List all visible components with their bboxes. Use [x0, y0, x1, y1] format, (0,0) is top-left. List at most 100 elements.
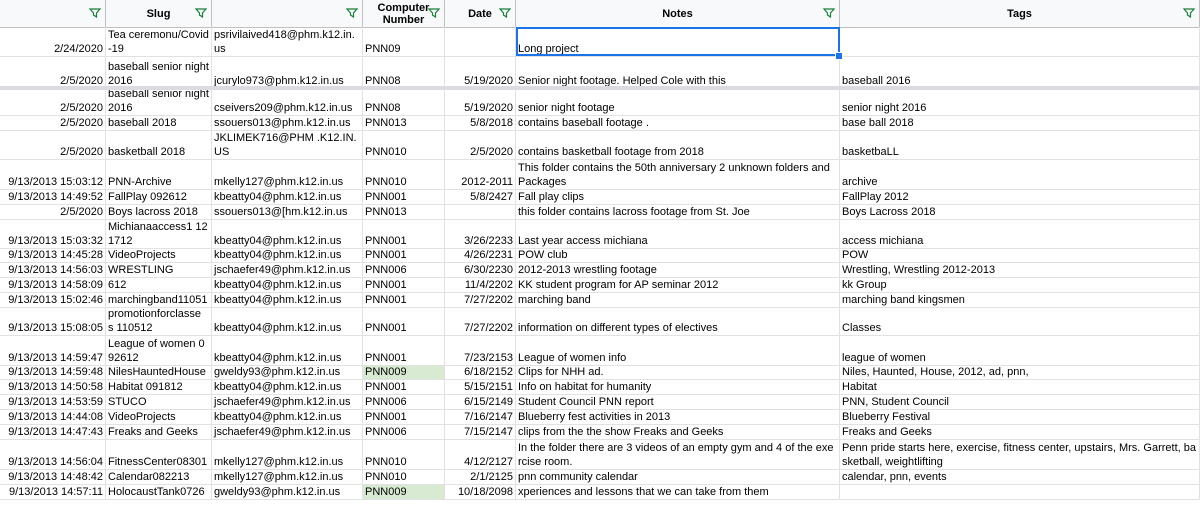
cell-slug[interactable]: VideoProjects: [106, 249, 212, 262]
freeze-divider[interactable]: [0, 86, 1200, 90]
cell-computer[interactable]: PNN009: [363, 366, 445, 379]
cell-email[interactable]: kbeatty04@phm.k12.in.us: [212, 410, 363, 424]
table-row[interactable]: 2/5/2020 Boys lacross 2018 ssouers013@[hm.…: [0, 205, 1200, 220]
table-row[interactable]: 9/13/2013 14:58:09 KK Sem Reform 110612 kb…: [0, 278, 1200, 293]
cell-date[interactable]: 7/15/2147: [445, 425, 516, 439]
cell-date[interactable]: 2012-2011: [445, 160, 516, 189]
cell-notes[interactable]: POW club: [516, 249, 840, 262]
cell-notes[interactable]: clips from the the show Freaks and Geeks: [516, 425, 840, 439]
header-computer-number[interactable]: Computer Number: [363, 0, 445, 27]
cell-notes[interactable]: Clips for NHH ad.: [516, 366, 840, 379]
cell-email[interactable]: gweldy93@phm.k12.in.us: [212, 366, 363, 379]
cell-email[interactable]: cseivers209@phm.k12.in.us: [212, 89, 363, 115]
table-row[interactable]: 9/13/2013 15:03:12 PNN-Archive mkelly127@p…: [0, 160, 1200, 190]
cell-timestamp[interactable]: 2/5/2020: [0, 131, 106, 159]
cell-timestamp[interactable]: 9/13/2013 14:45:28: [0, 249, 106, 262]
cell-email[interactable]: kbeatty04@phm.k12.in.us: [212, 308, 363, 335]
cell-notes[interactable]: In the folder there are 3 videos of an e…: [516, 440, 840, 469]
cell-notes[interactable]: Last year access michiana: [516, 220, 840, 248]
cell-computer[interactable]: PNN001: [363, 249, 445, 262]
cell-email[interactable]: kbeatty04@phm.k12.in.us: [212, 293, 363, 307]
cell-timestamp[interactable]: 9/13/2013 15:03:32: [0, 220, 106, 248]
cell-timestamp[interactable]: 9/13/2013 15:02:46: [0, 293, 106, 307]
cell-tags[interactable]: basketbaLL: [840, 131, 1200, 159]
cell-slug[interactable]: NilesHauntedHouse: [106, 366, 212, 379]
cell-tags[interactable]: Freaks and Geeks: [840, 425, 1200, 439]
cell-date[interactable]: 5/15/2151: [445, 380, 516, 394]
table-row[interactable]: 9/13/2013 14:59:47 League of women 092612…: [0, 336, 1200, 366]
cell-timestamp[interactable]: 2/5/2020: [0, 89, 106, 115]
cell-tags[interactable]: Wrestling, Wrestling 2012-2013: [840, 263, 1200, 277]
table-row[interactable]: 9/13/2013 14:56:03 WRESTLING jschaefer49@p…: [0, 263, 1200, 278]
cell-tags[interactable]: Classes: [840, 308, 1200, 335]
table-row[interactable]: 9/13/2013 14:49:52 FallPlay 092612 kbeatty…: [0, 190, 1200, 205]
header-slug[interactable]: Slug: [106, 0, 212, 27]
cell-date[interactable]: 6/15/2149: [445, 395, 516, 409]
cell-date[interactable]: 7/27/2202: [445, 293, 516, 307]
cell-date[interactable]: 4/12/2127: [445, 440, 516, 469]
cell-email[interactable]: jschaefer49@phm.k12.in.us: [212, 395, 363, 409]
cell-email[interactable]: mkelly127@phm.k12.in.us: [212, 470, 363, 484]
cell-notes[interactable]: This folder contains the 50th anniversar…: [516, 160, 840, 189]
table-row[interactable]: 2/5/2020 basketball 2018 JKLIMEK716@PHM .K…: [0, 131, 1200, 160]
cell-notes[interactable]: Student Council PNN report: [516, 395, 840, 409]
cell-slug[interactable]: FallPlay 092612: [106, 190, 212, 204]
header-email[interactable]: [212, 0, 363, 27]
cell-computer[interactable]: PNN001: [363, 308, 445, 335]
cell-slug[interactable]: Habitat 091812: [106, 380, 212, 394]
cell-tags[interactable]: Habitat: [840, 380, 1200, 394]
cell-slug[interactable]: KK Sem Reform 110612: [106, 278, 212, 292]
cell-notes[interactable]: Info on habitat for humanity: [516, 380, 840, 394]
cell-timestamp[interactable]: 2/5/2020: [0, 57, 106, 88]
filter-icon[interactable]: [499, 8, 511, 18]
cell-slug[interactable]: Freaks and Geeks: [106, 425, 212, 439]
cell-tags[interactable]: Blueberry Festival: [840, 410, 1200, 424]
cell-timestamp[interactable]: 9/13/2013 15:03:12: [0, 160, 106, 189]
cell-computer[interactable]: PNN013: [363, 116, 445, 130]
cell-email[interactable]: JKLIMEK716@PHM .K12.IN. US: [212, 131, 363, 159]
cell-tags[interactable]: league of women: [840, 336, 1200, 365]
cell-date[interactable]: 2/1/2125: [445, 470, 516, 484]
cell-tags[interactable]: FallPlay 2012: [840, 190, 1200, 204]
cell-email[interactable]: ssouers013@phm.k12.in.us: [212, 116, 363, 130]
table-row[interactable]: 9/13/2013 15:02:46 marchingband11051 kbeat…: [0, 293, 1200, 308]
cell-notes[interactable]: 2012-2013 wrestling footage: [516, 263, 840, 277]
cell-tags[interactable]: senior night 2016: [840, 89, 1200, 115]
table-row[interactable]: 9/13/2013 14:59:48 NilesHauntedHouse gweld…: [0, 366, 1200, 380]
header-notes[interactable]: Notes: [516, 0, 840, 27]
cell-slug[interactable]: Tea ceremonu/Covid-19: [106, 27, 212, 56]
cell-computer[interactable]: PNN013: [363, 205, 445, 219]
cell-email[interactable]: kbeatty04@phm.k12.in.us: [212, 190, 363, 204]
cell-email[interactable]: kbeatty04@phm.k12.in.us: [212, 336, 363, 365]
cell-computer[interactable]: PNN006: [363, 263, 445, 277]
cell-date[interactable]: 6/30/2230: [445, 263, 516, 277]
cell-computer[interactable]: PNN001: [363, 336, 445, 365]
cell-timestamp[interactable]: 9/13/2013 14:53:59: [0, 395, 106, 409]
cell-notes[interactable]: Fall play clips: [516, 190, 840, 204]
table-row[interactable]: 9/13/2013 14:50:58 Habitat 091812 kbeatty0…: [0, 380, 1200, 395]
cell-email[interactable]: jschaefer49@phm.k12.in.us: [212, 425, 363, 439]
cell-slug[interactable]: Calendar082213: [106, 470, 212, 484]
cell-email[interactable]: mkelly127@phm.k12.in.us: [212, 440, 363, 469]
table-row[interactable]: 9/13/2013 14:56:04 FitnessCenter08301 mkel…: [0, 440, 1200, 470]
table-row[interactable]: 9/13/2013 14:57:11 HolocaustTank0726 gweld…: [0, 485, 1200, 500]
cell-tags[interactable]: baseball 2016: [840, 57, 1200, 88]
cell-computer[interactable]: PNN001: [363, 410, 445, 424]
cell-timestamp[interactable]: 9/13/2013 14:58:09: [0, 278, 106, 292]
header-date[interactable]: Date: [445, 0, 516, 27]
table-row[interactable]: 9/13/2013 14:47:43 Freaks and Geeks jschae…: [0, 425, 1200, 440]
cell-computer[interactable]: PNN001: [363, 293, 445, 307]
cell-slug[interactable]: Boys lacross 2018: [106, 205, 212, 219]
cell-notes[interactable]: Senior night footage. Helped Cole with t…: [516, 57, 840, 88]
cell-slug[interactable]: basketball 2018: [106, 131, 212, 159]
cell-tags[interactable]: PNN, Student Council: [840, 395, 1200, 409]
cell-tags[interactable]: base ball 2018: [840, 116, 1200, 130]
cell-slug[interactable]: STUCO: [106, 395, 212, 409]
cell-email[interactable]: ssouers013@[hm.k12.in.us: [212, 205, 363, 219]
filter-icon[interactable]: [823, 8, 835, 18]
cell-timestamp[interactable]: 2/5/2020: [0, 205, 106, 219]
cell-tags[interactable]: kk Group: [840, 278, 1200, 292]
cell-notes[interactable]: KK student program for AP seminar 2012: [516, 278, 840, 292]
table-row[interactable]: 9/13/2013 14:53:59 STUCO jschaefer49@phm.k…: [0, 395, 1200, 410]
cell-slug[interactable]: marchingband11051: [106, 293, 212, 307]
